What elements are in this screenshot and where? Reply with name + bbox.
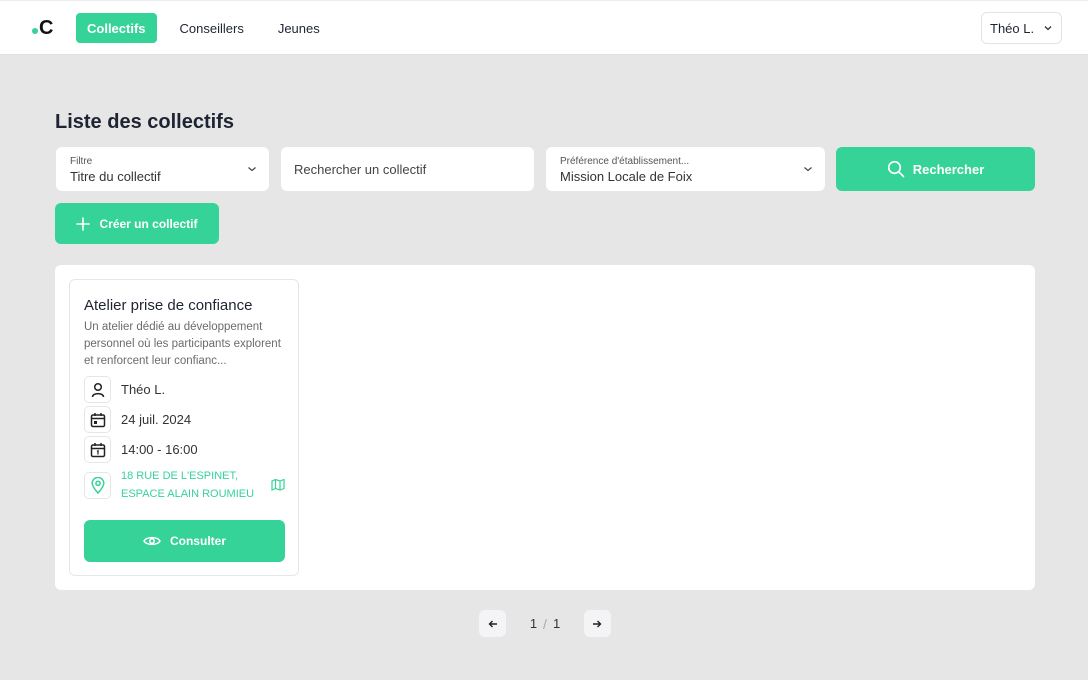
collectif-date: 24 juil. 2024 bbox=[121, 412, 192, 427]
user-name: Théo L. bbox=[990, 20, 1035, 36]
logo-dot-icon bbox=[32, 28, 38, 34]
page-separator: / bbox=[543, 615, 547, 632]
search-button-label: Rechercher bbox=[912, 161, 985, 177]
chevron-down-icon bbox=[804, 167, 812, 172]
search-button[interactable]: Rechercher bbox=[836, 147, 1035, 191]
pagination: 1 / 1 bbox=[479, 610, 611, 637]
eye-icon bbox=[143, 536, 161, 546]
arrow-left-icon bbox=[488, 620, 497, 627]
date-row: 24 juil. 2024 bbox=[84, 406, 191, 433]
create-collectif-button[interactable]: Créer un collectif bbox=[55, 203, 219, 244]
collectifs-panel: Atelier prise de confiance Un atelier dé… bbox=[55, 265, 1035, 590]
card-title: Atelier prise de confiance bbox=[84, 297, 253, 314]
nav-jeunes[interactable]: Jeunes bbox=[267, 13, 331, 43]
plus-icon bbox=[76, 216, 91, 231]
user-icon bbox=[84, 376, 111, 403]
consult-button[interactable]: Consulter bbox=[84, 520, 285, 562]
establishment-label: Préférence d'établissement... bbox=[560, 156, 690, 167]
search-input[interactable] bbox=[281, 147, 534, 191]
logo-text: C bbox=[39, 17, 54, 39]
filter-label: Filtre bbox=[70, 156, 93, 167]
page-indicator: 1 / 1 bbox=[530, 616, 560, 632]
address-row bbox=[84, 472, 111, 499]
map-icon[interactable] bbox=[271, 478, 285, 492]
establishment-select[interactable]: Préférence d'établissement... Mission Lo… bbox=[546, 147, 825, 191]
collectif-address: 18 RUE DE L'ESPINET, ESPACE ALAIN ROUMIE… bbox=[121, 470, 255, 500]
user-menu-button[interactable]: Théo L. bbox=[981, 12, 1062, 44]
chevron-down-icon bbox=[248, 167, 256, 172]
chevron-down-icon bbox=[1044, 26, 1052, 31]
nav-conseillers[interactable]: Conseillers bbox=[169, 13, 255, 43]
time-row: 14:00 - 16:00 bbox=[84, 436, 198, 463]
app-logo[interactable]: C bbox=[32, 17, 53, 40]
establishment-value: Mission Locale de Foix bbox=[560, 169, 693, 184]
page-title: Liste des collectifs bbox=[55, 111, 234, 133]
consult-button-label: Consulter bbox=[169, 534, 226, 548]
current-page: 1 bbox=[529, 616, 538, 631]
top-navigation-bar: C Collectifs Conseillers Jeunes Théo L. bbox=[0, 0, 1088, 55]
main-nav: Collectifs Conseillers Jeunes bbox=[76, 13, 331, 43]
advisor-row: Théo L. bbox=[84, 376, 165, 403]
next-page-button[interactable] bbox=[583, 610, 611, 637]
advisor-name: Théo L. bbox=[121, 382, 166, 397]
card-description: Un atelier dédié au développement person… bbox=[84, 321, 281, 367]
create-button-label: Créer un collectif bbox=[99, 216, 198, 231]
location-pin-icon bbox=[84, 472, 111, 499]
filter-select[interactable]: Filtre Titre du collectif bbox=[56, 147, 269, 191]
collectif-time: 14:00 - 16:00 bbox=[121, 442, 198, 457]
previous-page-button[interactable] bbox=[479, 610, 506, 637]
nav-collectifs[interactable]: Collectifs bbox=[76, 13, 157, 43]
collectif-card: Atelier prise de confiance Un atelier dé… bbox=[69, 279, 299, 576]
arrow-right-icon bbox=[593, 620, 602, 627]
calendar-icon bbox=[84, 406, 111, 433]
search-icon bbox=[887, 160, 905, 178]
filter-value: Titre du collectif bbox=[70, 169, 161, 184]
calendar-time-icon bbox=[84, 436, 111, 463]
total-pages: 1 bbox=[552, 616, 561, 631]
